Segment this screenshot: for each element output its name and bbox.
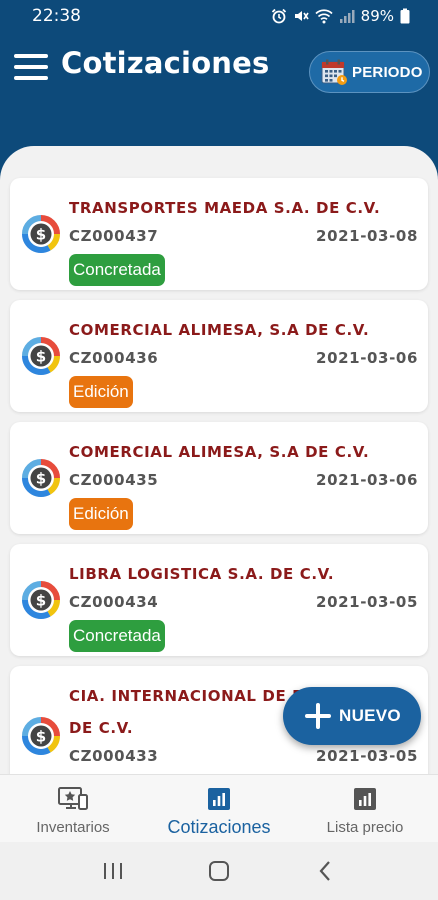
home-icon bbox=[209, 861, 229, 881]
nav-item-inventarios[interactable]: Inventarios bbox=[0, 775, 146, 842]
nav-item-cotizaciones[interactable]: Cotizaciones bbox=[146, 775, 292, 842]
content-sheet: $ TRANSPORTES MAEDA S.A. DE C.V. CZ00043… bbox=[0, 146, 438, 774]
menu-button[interactable] bbox=[14, 54, 48, 80]
quote-list: $ TRANSPORTES MAEDA S.A. DE C.V. CZ00043… bbox=[10, 178, 428, 774]
nav-item-lista-precio[interactable]: Lista precio bbox=[292, 775, 438, 842]
quote-card[interactable]: $ LIBRA LOGISTICA S.A. DE C.V. CZ000434 … bbox=[10, 544, 428, 656]
svg-text:$: $ bbox=[36, 592, 46, 610]
quote-status-icon: $ bbox=[21, 459, 61, 498]
quote-date: 2021-03-06 bbox=[316, 471, 418, 489]
new-quote-label: NUEVO bbox=[339, 706, 401, 725]
alarm-icon bbox=[271, 8, 286, 24]
client-name: COMERCIAL ALIMESA, S.A DE C.V. bbox=[69, 321, 370, 339]
calendar-icon bbox=[321, 59, 347, 85]
bottom-nav: Inventarios Cotizaciones Lista precio bbox=[0, 774, 438, 842]
svg-text:$: $ bbox=[36, 728, 46, 746]
client-name: COMERCIAL ALIMESA, S.A DE C.V. bbox=[69, 443, 370, 461]
status-time: 22:38 bbox=[32, 6, 81, 26]
quote-date: 2021-03-06 bbox=[316, 349, 418, 367]
back-icon bbox=[319, 861, 330, 881]
system-nav-bar bbox=[0, 842, 438, 900]
page-title: Cotizaciones bbox=[61, 46, 270, 80]
quote-code: CZ000435 bbox=[69, 471, 159, 489]
status-badge: Edición bbox=[69, 376, 133, 408]
quote-status-icon: $ bbox=[21, 215, 61, 254]
periodo-label: PERIODO bbox=[352, 63, 423, 81]
quote-date: 2021-03-05 bbox=[316, 747, 418, 765]
app-bar: Cotizaciones PERIODO bbox=[0, 32, 438, 116]
signal-icon bbox=[339, 10, 355, 23]
quote-status-icon: $ bbox=[21, 581, 61, 620]
inventory-icon bbox=[58, 787, 88, 810]
mute-icon bbox=[294, 11, 309, 21]
price-list-icon bbox=[354, 788, 376, 810]
quote-code: CZ000437 bbox=[69, 227, 159, 245]
quote-status-icon: $ bbox=[21, 337, 61, 376]
quote-card[interactable]: $ COMERCIAL ALIMESA, S.A DE C.V. CZ00043… bbox=[10, 300, 428, 412]
client-name: LIBRA LOGISTICA S.A. DE C.V. bbox=[69, 565, 335, 583]
bar-chart-icon bbox=[208, 788, 230, 810]
nav-label-cotizaciones: Cotizaciones bbox=[167, 817, 271, 837]
quote-code: CZ000436 bbox=[69, 349, 159, 367]
quote-date: 2021-03-08 bbox=[316, 227, 418, 245]
periodo-button[interactable]: PERIODO bbox=[309, 51, 430, 93]
recent-apps-icon bbox=[104, 863, 122, 879]
battery-percent: 89% bbox=[360, 7, 394, 25]
status-badge: Concretada bbox=[69, 254, 165, 286]
nav-label-inventarios: Inventarios bbox=[36, 819, 110, 836]
quote-code: CZ000434 bbox=[69, 593, 159, 611]
quote-card[interactable]: $ COMERCIAL ALIMESA, S.A DE C.V. CZ00043… bbox=[10, 422, 428, 534]
quote-status-icon: $ bbox=[21, 717, 61, 756]
status-icons: 89% bbox=[271, 7, 410, 25]
status-bar: 22:38 89% bbox=[0, 0, 438, 32]
nav-label-lista-precio: Lista precio bbox=[326, 819, 404, 836]
quote-code: CZ000433 bbox=[69, 747, 159, 765]
svg-text:$: $ bbox=[36, 226, 46, 244]
quote-date: 2021-03-05 bbox=[316, 593, 418, 611]
svg-text:$: $ bbox=[36, 348, 46, 366]
svg-text:$: $ bbox=[36, 470, 46, 488]
wifi-icon bbox=[315, 9, 333, 24]
status-badge: Concretada bbox=[69, 620, 165, 652]
battery-icon bbox=[400, 8, 410, 24]
status-badge: Edición bbox=[69, 498, 133, 530]
recent-apps-button[interactable] bbox=[93, 851, 133, 891]
home-button[interactable] bbox=[199, 851, 239, 891]
back-button[interactable] bbox=[305, 851, 345, 891]
client-name: TRANSPORTES MAEDA S.A. DE C.V. bbox=[69, 199, 381, 217]
new-quote-button[interactable]: NUEVO bbox=[283, 687, 421, 745]
plus-icon bbox=[305, 703, 331, 729]
quote-card[interactable]: $ TRANSPORTES MAEDA S.A. DE C.V. CZ00043… bbox=[10, 178, 428, 290]
